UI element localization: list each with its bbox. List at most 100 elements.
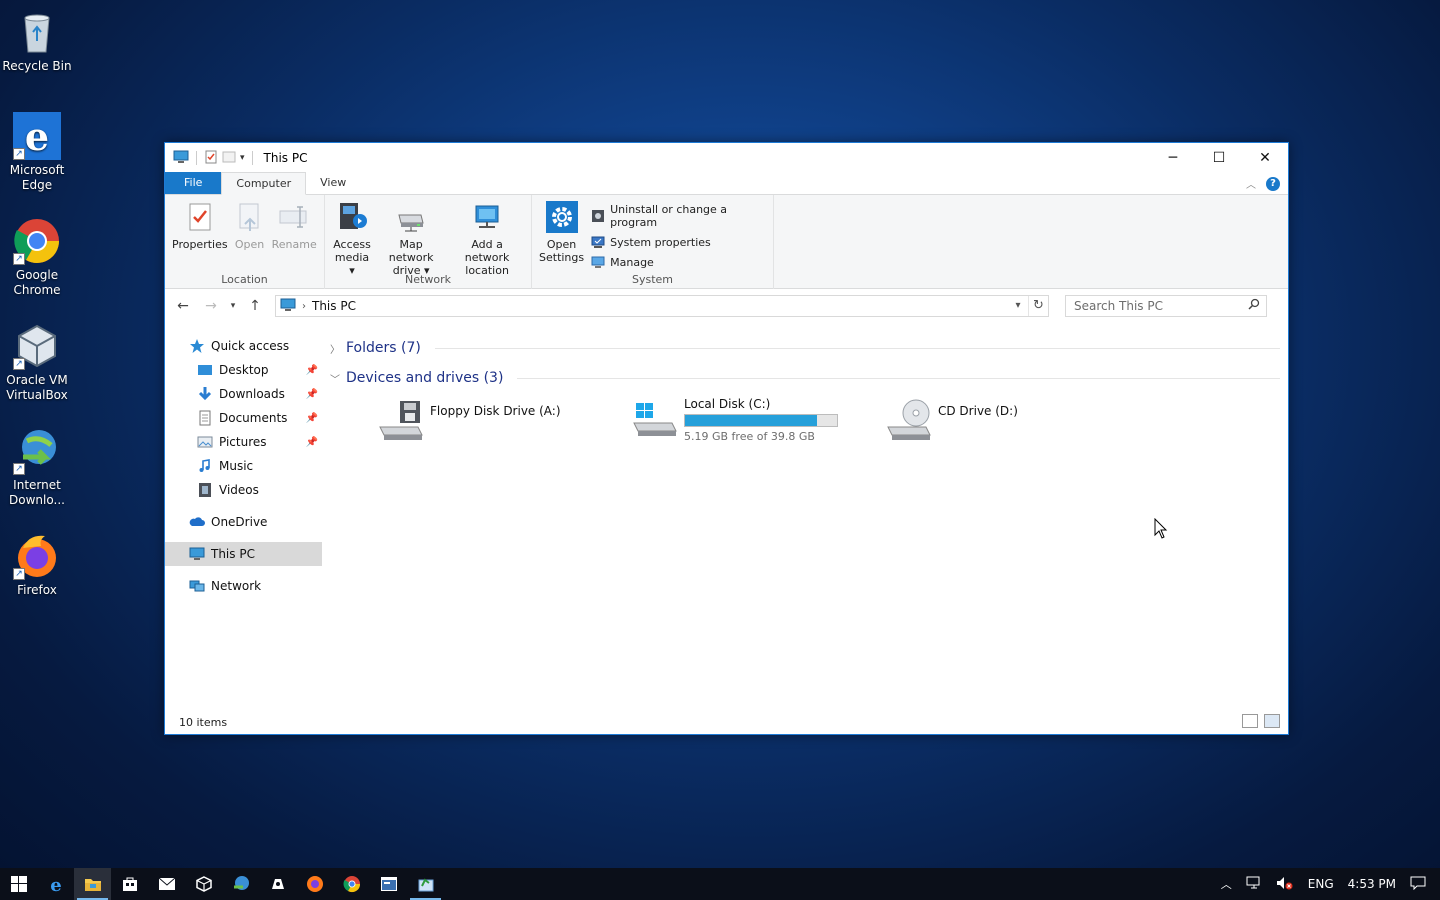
desktop-icon-virtualbox[interactable]: ↗ Oracle VM VirtualBox [0, 322, 74, 403]
rename-icon [278, 201, 310, 233]
nav-onedrive[interactable]: OneDrive [165, 510, 322, 534]
nav-desktop[interactable]: Desktop 📌 [165, 358, 322, 382]
tab-computer[interactable]: Computer [221, 172, 307, 195]
nav-downloads[interactable]: Downloads 📌 [165, 382, 322, 406]
breadcrumb-this-pc[interactable]: This PC [312, 299, 356, 313]
help-icon[interactable]: ? [1266, 176, 1280, 191]
floppy-drive-icon [378, 397, 424, 441]
system-properties-button[interactable]: System properties [591, 235, 769, 249]
address-history-chevron-icon[interactable]: ▾ [1008, 296, 1028, 316]
uninstall-program-button[interactable]: Uninstall or change a program [591, 203, 769, 229]
drive-name: Floppy Disk Drive (A:) [430, 404, 561, 418]
status-bar: 10 items [165, 710, 1288, 734]
back-button[interactable]: ← [171, 298, 195, 314]
volume-muted-icon[interactable] [1276, 876, 1294, 893]
svg-text:e: e [25, 114, 49, 159]
group-divider [434, 347, 1280, 349]
firefox-icon: ↗ [13, 532, 61, 580]
ribbon-group-network: Access media ▾ Map network drive ▾ Add a… [325, 195, 532, 289]
taskbar-chrome[interactable] [333, 868, 370, 900]
mouse-cursor-icon [1154, 517, 1168, 543]
minimize-button[interactable]: ─ [1150, 143, 1196, 173]
nav-label: OneDrive [211, 515, 268, 529]
large-icons-view-icon[interactable] [1264, 714, 1280, 728]
drive-info: Floppy Disk Drive (A:) [430, 397, 561, 447]
ribbon-right-controls: ︿ ? [1246, 176, 1280, 191]
show-hidden-icons-chevron-icon[interactable]: ︿ [1221, 876, 1232, 892]
ribbon-group-system: Open Settings Uninstall or change a prog… [532, 195, 774, 289]
drive-name: Local Disk (C:) [684, 397, 771, 411]
action-center-icon[interactable] [1410, 876, 1426, 893]
photos-icon [271, 879, 284, 889]
nav-music[interactable]: Music [165, 454, 322, 478]
settings-gear-icon [545, 201, 578, 233]
up-button[interactable]: ↑ [243, 298, 267, 314]
tab-view[interactable]: View [306, 172, 360, 194]
desktop-icon-chrome[interactable]: ↗ Google Chrome [0, 217, 74, 298]
taskbar-notepad[interactable] [407, 868, 444, 900]
ribbon-group-location: Properties Open Rename Location [165, 195, 325, 289]
nav-quick-access[interactable]: Quick access [165, 334, 322, 358]
forward-button[interactable]: → [199, 298, 223, 314]
desktop-icon-recycle-bin[interactable]: Recycle Bin [0, 8, 74, 74]
open-label: Open [234, 238, 265, 251]
disk-usage-bar [684, 414, 838, 427]
taskbar-internet-download-manager[interactable] [222, 868, 259, 900]
network-status-icon[interactable] [1246, 876, 1262, 893]
nav-videos[interactable]: Videos [165, 478, 322, 502]
desktop-icon-internet-download-manager[interactable]: ↗ Internet Downlo... [0, 427, 74, 508]
address-bar[interactable]: › This PC ▾ ↻ [275, 295, 1049, 317]
nav-documents[interactable]: Documents 📌 [165, 406, 322, 430]
access-media-icon [336, 201, 368, 233]
taskbar-edge[interactable]: e [37, 868, 74, 900]
taskbar: e ︿ ENG 4:53 PM [0, 868, 1440, 900]
nav-label: Documents [219, 411, 288, 425]
devices-group-header[interactable]: ﹀ Devices and drives (3) [330, 363, 1280, 393]
notepad-icon [418, 878, 433, 892]
desktop-icon-edge[interactable]: e ↗ Microsoft Edge [0, 112, 74, 193]
collapse-ribbon-chevron-icon[interactable]: ︿ [1246, 176, 1256, 191]
search-input[interactable]: Search This PC [1065, 295, 1267, 317]
drives-list: Floppy Disk Drive (A:) Local Disk (C:) 5… [330, 393, 1280, 447]
search-icon [1248, 298, 1260, 313]
taskbar-store[interactable] [111, 868, 148, 900]
new-folder-qat-icon[interactable] [222, 150, 236, 167]
taskbar-firefox[interactable] [296, 868, 333, 900]
customize-qat-chevron-icon[interactable]: ▾ [240, 153, 245, 163]
clock-time[interactable]: 4:53 PM [1348, 877, 1396, 891]
taskbar-virtualbox[interactable] [185, 868, 222, 900]
disk-usage-fill [685, 415, 818, 426]
tab-file[interactable]: File [165, 172, 222, 194]
edge-icon: e ↗ [13, 112, 61, 160]
ribbon-tabs: File Computer View ︿ ? [165, 172, 1288, 195]
properties-qat-icon[interactable] [204, 150, 218, 167]
recent-locations-chevron-icon[interactable]: ▾ [227, 301, 239, 311]
manage-button[interactable]: Manage [591, 255, 769, 269]
folders-group-header[interactable]: 〉 Folders (7) [330, 333, 1280, 363]
nav-network[interactable]: Network [165, 574, 322, 598]
start-button[interactable] [0, 868, 37, 900]
content-pane: 〉 Folders (7) ﹀ Devices and drives (3) F… [322, 323, 1288, 710]
properties-label: Properties [172, 238, 228, 251]
drive-local-c[interactable]: Local Disk (C:) 5.19 GB free of 39.8 GB [632, 397, 886, 447]
taskbar-photos[interactable] [259, 868, 296, 900]
drive-cd-d[interactable]: CD Drive (D:) [886, 397, 1140, 447]
input-language[interactable]: ENG [1308, 877, 1334, 891]
virtualbox-icon [195, 876, 212, 892]
desktop-icon-label: Recycle Bin [2, 59, 72, 73]
details-view-icon[interactable] [1242, 714, 1258, 728]
taskbar-mail[interactable] [148, 868, 185, 900]
maximize-button[interactable]: ☐ [1196, 143, 1242, 173]
desktop-icon-firefox[interactable]: ↗ Firefox [0, 532, 74, 598]
breadcrumb-separator-icon[interactable]: › [302, 301, 306, 312]
title-bar[interactable]: ▾ This PC ─ ☐ ✕ [165, 143, 1288, 173]
taskbar-file-explorer[interactable] [74, 868, 111, 900]
nav-this-pc[interactable]: This PC [165, 542, 322, 566]
refresh-icon[interactable]: ↻ [1028, 296, 1048, 316]
window-icon [380, 877, 397, 891]
close-button[interactable]: ✕ [1242, 143, 1288, 173]
nav-pictures[interactable]: Pictures 📌 [165, 430, 322, 454]
drive-floppy-a[interactable]: Floppy Disk Drive (A:) [378, 397, 632, 447]
pin-icon: 📌 [305, 388, 318, 400]
taskbar-window-app[interactable] [370, 868, 407, 900]
